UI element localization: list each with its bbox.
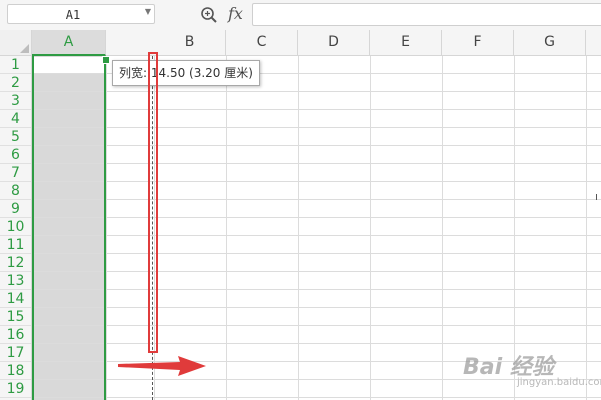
column-header-c[interactable]: C: [226, 30, 298, 55]
grid-line: [32, 163, 601, 164]
grid-line: [32, 253, 601, 254]
grid-line: [32, 325, 601, 326]
row-header[interactable]: 13: [0, 272, 31, 290]
row-header[interactable]: 10: [0, 218, 31, 236]
resize-highlight-box: [148, 52, 158, 353]
grid-line: [32, 181, 601, 182]
name-box[interactable]: A1 ▼: [7, 4, 155, 24]
grid-line: [32, 343, 601, 344]
watermark-url: jingyan.baidu.com: [517, 377, 601, 388]
grid-line: [32, 397, 601, 398]
formula-bar: A1 ▼ fx: [0, 0, 601, 31]
right-arrow-icon: [118, 356, 206, 376]
column-header-b[interactable]: B: [154, 30, 226, 55]
spreadsheet: A B C D E F G 1 2 3 4 5 6 7 8 9 10 11 12…: [0, 30, 601, 400]
column-header-g[interactable]: G: [514, 30, 586, 55]
row-header[interactable]: 2: [0, 74, 31, 92]
grid-line: [32, 235, 601, 236]
grid-line: [370, 56, 371, 400]
row-header[interactable]: 3: [0, 92, 31, 110]
column-header-a[interactable]: A: [32, 30, 106, 56]
formula-input[interactable]: [252, 3, 601, 26]
row-header[interactable]: 8: [0, 182, 31, 200]
row-header[interactable]: 9: [0, 200, 31, 218]
row-header[interactable]: 1: [0, 56, 31, 74]
fill-handle[interactable]: [102, 56, 110, 64]
row-header[interactable]: 6: [0, 146, 31, 164]
select-all-corner[interactable]: [0, 30, 32, 56]
grid-line: [32, 91, 601, 92]
row-header[interactable]: 4: [0, 110, 31, 128]
row-header[interactable]: 17: [0, 344, 31, 362]
grid-line: [106, 56, 107, 400]
grid-line: [32, 217, 601, 218]
column-width-tooltip: 列宽: 14.50 (3.20 厘米): [112, 60, 260, 86]
row-header[interactable]: 15: [0, 308, 31, 326]
row-header[interactable]: 7: [0, 164, 31, 182]
grid-line: [32, 289, 601, 290]
watermark: Bai 经验 jingyan.baidu.com: [463, 347, 601, 395]
row-header[interactable]: 18: [0, 362, 31, 380]
grid-line: [32, 145, 601, 146]
column-header-d[interactable]: D: [298, 30, 370, 55]
grid-line: [298, 56, 299, 400]
column-headers: A B C D E F G: [32, 30, 601, 56]
grid-line: [32, 109, 601, 110]
row-headers: 1 2 3 4 5 6 7 8 9 10 11 12 13 14 15 16 1…: [0, 56, 32, 400]
cell-reference: A1: [65, 8, 81, 22]
fx-icon[interactable]: fx: [228, 4, 243, 23]
row-header[interactable]: 5: [0, 128, 31, 146]
column-header-f[interactable]: F: [442, 30, 514, 55]
row-header[interactable]: 16: [0, 326, 31, 344]
grid-line: [32, 127, 601, 128]
row-header[interactable]: 19: [0, 380, 31, 398]
corner-triangle-icon: [20, 44, 29, 53]
grid-line: [32, 271, 601, 272]
zoom-icon[interactable]: [200, 6, 218, 24]
row-header[interactable]: 12: [0, 254, 31, 272]
row-header[interactable]: 11: [0, 236, 31, 254]
chevron-down-icon[interactable]: ▼: [145, 7, 151, 16]
grid-line: [32, 199, 601, 200]
row-header[interactable]: 14: [0, 290, 31, 308]
column-selection-border: [32, 56, 106, 400]
scroll-marker: [596, 194, 601, 200]
grid-line: [226, 56, 227, 400]
column-header-e[interactable]: E: [370, 30, 442, 55]
grid-line: [32, 307, 601, 308]
grid-line: [442, 56, 443, 400]
